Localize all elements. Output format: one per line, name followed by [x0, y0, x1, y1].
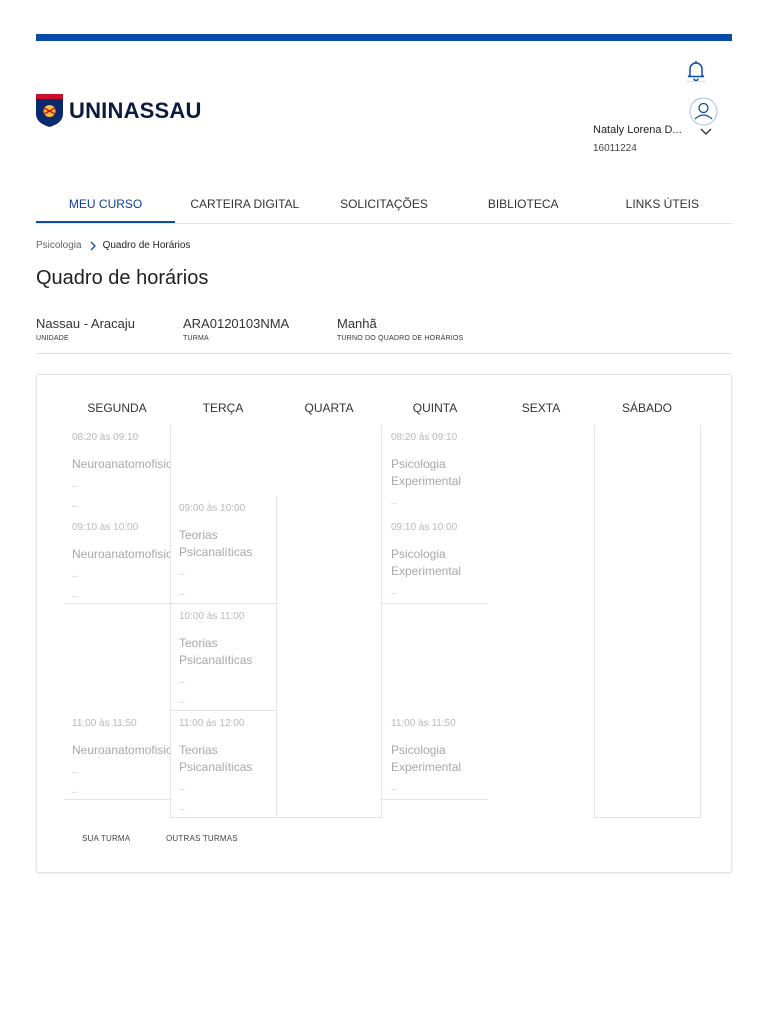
main-nav: MEU CURSO CARTEIRA DIGITAL SOLICITAÇÕES … [36, 188, 732, 224]
schedule-slot-tuesday-2[interactable]: 10:00 às 11:00 Teorias Psicanalíticas --… [179, 611, 281, 707]
day-header-terca: TERÇA [202, 401, 244, 415]
grid-line [171, 817, 382, 818]
slot-subject: Teorias [179, 636, 218, 650]
slot-meta: -- [179, 697, 185, 707]
slot-meta: -- [72, 481, 78, 491]
slot-meta: -- [72, 591, 78, 601]
slot-meta: -- [179, 784, 185, 794]
day-header-segunda: SEGUNDA [87, 401, 147, 415]
slot-subject: Psicanalíticas [179, 653, 253, 667]
brand-name: UNINASSAU [69, 97, 202, 123]
slot-meta: -- [72, 787, 78, 797]
schedule-slot-monday-2[interactable]: 09:10 às 10:00 Neuroanatomofisiologia --… [72, 522, 170, 601]
slot-meta: -- [179, 804, 185, 814]
breadcrumb-current: Quadro de Horários [102, 240, 191, 251]
info-label: TURNO DO QUADRO DE HORÁRIOS [337, 335, 464, 342]
bell-icon[interactable] [684, 58, 708, 82]
breadcrumb-link-psicologia[interactable]: Psicologia [36, 240, 82, 251]
legend-outras-turmas: OUTRAS TURMAS [166, 834, 238, 843]
info-label: TURMA [183, 335, 209, 342]
slot-subject: Teorias [179, 743, 218, 757]
shield-logo-icon [36, 94, 63, 127]
slot-subject: Neuroanatomofisiologia [72, 547, 170, 561]
info-value: Manhã [337, 316, 377, 331]
grid-line [594, 817, 701, 818]
info-unidade: Nassau - Aracaju UNIDADE [36, 316, 135, 342]
slot-meta: -- [72, 767, 78, 777]
info-turno: Manhã TURNO DO QUADRO DE HORÁRIOS [337, 316, 463, 342]
slot-subject: Psicologia [391, 457, 446, 471]
slot-time: 11:00 às 12:00 [179, 718, 245, 729]
breadcrumb: Psicologia Quadro de Horários [36, 240, 190, 251]
schedule-slot-monday-1[interactable]: 08:20 às 09:10 Neuroanatomofisiologia --… [72, 432, 170, 511]
brand-logo[interactable]: UNINASSAU [36, 94, 202, 127]
slot-meta: -- [72, 571, 78, 581]
divider [36, 353, 732, 354]
slot-meta: -- [179, 677, 185, 687]
nav-tab-links-uteis[interactable]: LINKS ÚTEIS [593, 188, 732, 223]
schedule-slot-thursday-2[interactable]: 09:10 às 10:00 Psicologia Experimental -… [391, 522, 493, 598]
info-turma: ARA0120103NMA TURMA [183, 316, 289, 342]
day-header-quarta: QUARTA [304, 401, 354, 415]
day-header-sexta: SEXTA [521, 401, 561, 415]
slot-subject: Psicanalíticas [179, 760, 253, 774]
chevron-right-icon [90, 241, 96, 250]
slot-meta: -- [179, 569, 185, 579]
slot-subject: Experimental [391, 760, 462, 774]
schedule-slot-monday-3[interactable]: 11:00 às 11:50 Neuroanatomofisiologia --… [72, 718, 170, 797]
legend-sua-turma: SUA TURMA [82, 834, 131, 843]
slot-subject: Neuroanatomofisiologia [72, 743, 170, 757]
nav-tab-meu-curso[interactable]: MEU CURSO [36, 188, 176, 223]
slot-subject: Psicologia [391, 547, 446, 561]
schedule-slot-tuesday-3[interactable]: 11:00 às 12:00 Teorias Psicanalíticas --… [179, 718, 281, 814]
slot-meta: -- [391, 588, 397, 598]
slot-time: 10:00 às 11:00 [179, 611, 245, 622]
slot-meta: -- [391, 784, 397, 794]
slot-subject: Experimental [391, 564, 462, 578]
slot-time: 08:20 às 09:10 [391, 432, 458, 443]
info-value: ARA0120103NMA [183, 316, 290, 331]
slot-time: 08:20 às 09:10 [72, 432, 139, 443]
nav-tab-biblioteca[interactable]: BIBLIOTECA [454, 188, 593, 223]
user-registration-id: 16011224 [593, 143, 637, 154]
grid-line [64, 603, 277, 604]
slot-subject: Neuroanatomofisiologia [72, 457, 170, 471]
grid-line [171, 710, 277, 711]
info-label: UNIDADE [36, 335, 69, 342]
slot-meta: -- [179, 589, 185, 599]
slot-time: 09:00 às 10:00 [179, 503, 246, 514]
slot-time: 11:00 às 11:50 [72, 718, 137, 729]
nav-tab-carteira-digital[interactable]: CARTEIRA DIGITAL [175, 188, 314, 223]
slot-subject: Teorias [179, 528, 218, 542]
grid-line [700, 425, 701, 818]
slot-subject: Experimental [391, 474, 462, 488]
avatar-icon[interactable] [689, 97, 718, 126]
top-accent-bar [36, 34, 732, 41]
page-title: Quadro de horários [36, 267, 209, 289]
grid-line [594, 425, 595, 818]
slot-time: 09:10 às 10:00 [72, 522, 139, 533]
grid-line [382, 799, 488, 800]
chevron-down-icon[interactable] [700, 127, 712, 136]
slot-subject: Psicanalíticas [179, 545, 253, 559]
user-name[interactable]: Nataly Lorena D... [593, 124, 682, 136]
schedule-slot-thursday-3[interactable]: 11:00 às 11:50 Psicologia Experimental -… [391, 718, 493, 794]
day-header-sabado: SÁBADO [621, 401, 672, 415]
slot-time: 09:10 às 10:00 [391, 522, 458, 533]
day-header-quinta: QUINTA [412, 401, 458, 415]
nav-tab-solicitacoes[interactable]: SOLICITAÇÕES [314, 188, 453, 223]
grid-line [381, 425, 382, 818]
info-value: Nassau - Aracaju [36, 316, 135, 331]
grid-line [382, 603, 488, 604]
schedule-slot-tuesday-1[interactable]: 09:00 às 10:00 Teorias Psicanalíticas --… [179, 503, 281, 599]
grid-line [64, 799, 171, 800]
slot-time: 11:00 às 11:50 [391, 718, 456, 729]
slot-meta: -- [391, 498, 397, 508]
schedule-slot-thursday-1[interactable]: 08:20 às 09:10 Psicologia Experimental -… [391, 432, 493, 508]
grid-line [170, 425, 171, 818]
slot-subject: Psicologia [391, 743, 446, 757]
slot-meta: -- [72, 501, 78, 511]
